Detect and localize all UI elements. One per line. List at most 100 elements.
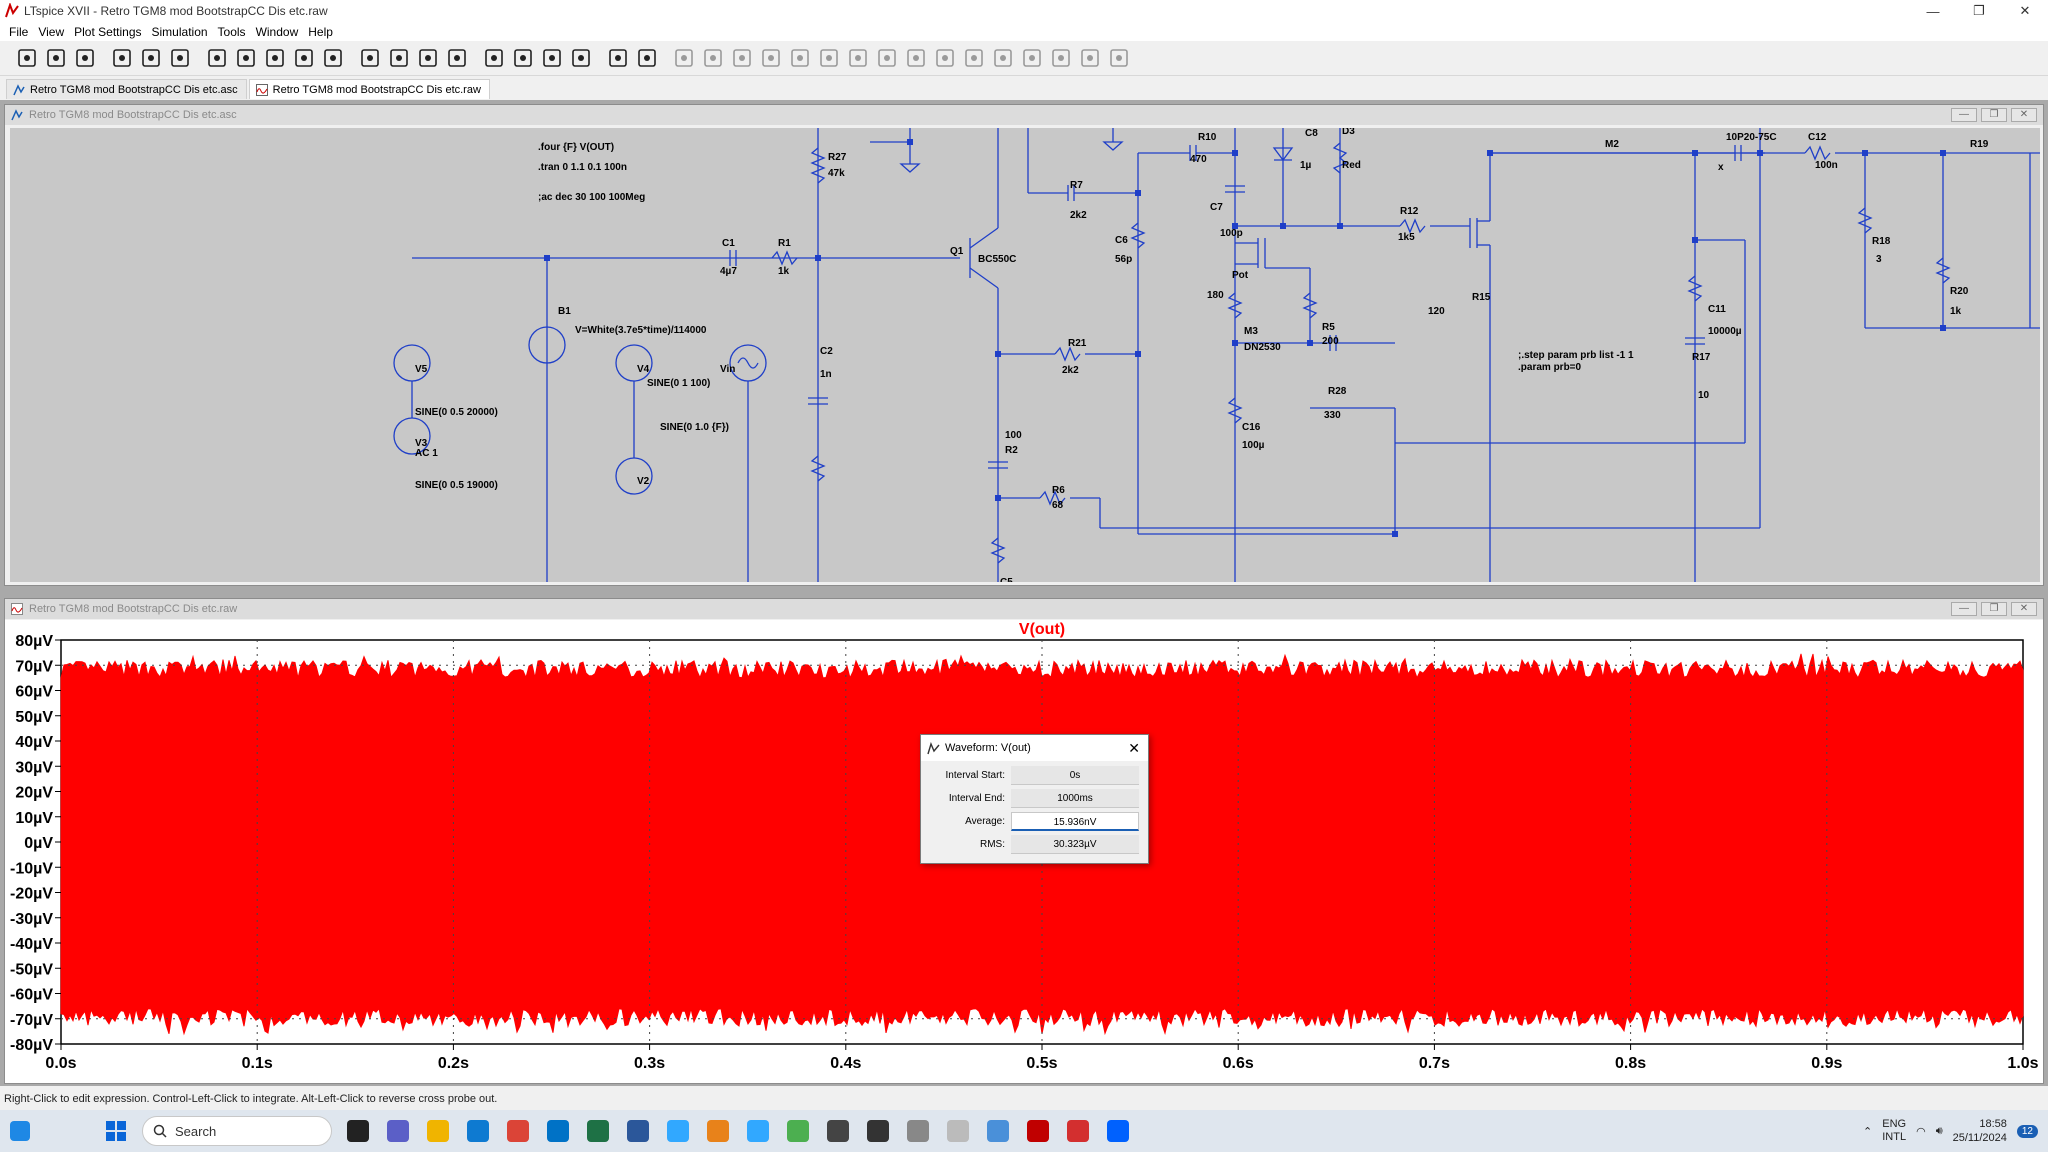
print-setup-icon[interactable] bbox=[632, 44, 661, 73]
schematic-label[interactable]: Vin bbox=[720, 364, 735, 375]
undo-icon[interactable] bbox=[959, 44, 988, 73]
menu-tools[interactable]: Tools bbox=[213, 25, 251, 39]
run-icon[interactable] bbox=[12, 44, 41, 73]
label-icon[interactable] bbox=[727, 44, 756, 73]
delete-trace-icon[interactable] bbox=[355, 44, 384, 73]
language-indicator[interactable]: ENG INTL bbox=[1882, 1118, 1906, 1144]
rotate-icon[interactable] bbox=[1017, 44, 1046, 73]
tab-schematic[interactable]: Retro TGM8 mod BootstrapCC Dis etc.asc bbox=[6, 79, 247, 99]
schematic-label[interactable]: DN2530 bbox=[1244, 342, 1281, 353]
spice-directive[interactable]: .param prb=0 bbox=[1518, 362, 1582, 373]
maximize-button[interactable]: ❐ bbox=[1956, 3, 2002, 19]
close-button[interactable]: ✕ bbox=[2002, 3, 2048, 19]
schematic-label[interactable]: D3 bbox=[1342, 128, 1355, 137]
interval-end-value[interactable]: 1000ms bbox=[1011, 789, 1139, 808]
notification-badge[interactable]: 12 bbox=[2016, 1124, 2038, 1138]
menu-window[interactable]: Window bbox=[251, 25, 304, 39]
capacitor-icon[interactable] bbox=[785, 44, 814, 73]
schematic-label[interactable]: Pot bbox=[1232, 270, 1249, 281]
schematic-label[interactable]: 1µ bbox=[1300, 160, 1312, 171]
dialog-close-button[interactable]: ✕ bbox=[1128, 740, 1140, 757]
child-close-button[interactable]: ✕ bbox=[2011, 602, 2037, 616]
schematic-label[interactable]: 1k5 bbox=[1398, 232, 1415, 243]
zoom-back-icon[interactable] bbox=[231, 44, 260, 73]
schematic-label[interactable]: 56p bbox=[1115, 254, 1132, 265]
outlook-icon[interactable] bbox=[542, 1115, 574, 1147]
schematic-label[interactable]: R21 bbox=[1068, 338, 1087, 349]
schematic-label[interactable]: 100µ bbox=[1242, 440, 1265, 451]
schematic-label[interactable]: R19 bbox=[1970, 139, 1989, 150]
schematic-label[interactable]: SINE(0 1.0 {F}) bbox=[660, 422, 729, 433]
schematic-label[interactable]: C12 bbox=[1808, 132, 1827, 143]
tab-waveform[interactable]: Retro TGM8 mod BootstrapCC Dis etc.raw bbox=[248, 79, 490, 99]
calculator-icon[interactable] bbox=[982, 1115, 1014, 1147]
schematic-label[interactable]: C1 bbox=[722, 238, 735, 249]
schematic-label[interactable]: 1k bbox=[778, 266, 790, 277]
schematic-label[interactable]: C5 bbox=[1000, 577, 1013, 582]
schematic-label[interactable]: 330 bbox=[1324, 410, 1341, 421]
schematic-label[interactable]: C6 bbox=[1115, 235, 1128, 246]
excel-icon[interactable] bbox=[582, 1115, 614, 1147]
ground-icon[interactable] bbox=[698, 44, 727, 73]
headphones-icon[interactable] bbox=[862, 1115, 894, 1147]
schematic-label[interactable]: 100p bbox=[1220, 228, 1243, 239]
schematic-label[interactable]: C11 bbox=[1708, 304, 1726, 315]
minimize-button[interactable]: — bbox=[1910, 4, 1956, 19]
menu-help[interactable]: Help bbox=[303, 25, 338, 39]
pan-icon[interactable] bbox=[165, 44, 194, 73]
schematic-label[interactable]: 1n bbox=[820, 369, 832, 380]
menu-file[interactable]: File bbox=[4, 25, 33, 39]
schematic-label[interactable]: R7 bbox=[1070, 180, 1083, 191]
average-value[interactable]: 15.936nV bbox=[1011, 812, 1139, 831]
schematic-label[interactable]: BC550C bbox=[978, 254, 1016, 265]
wire-icon[interactable] bbox=[669, 44, 698, 73]
schematic-label[interactable]: R28 bbox=[1328, 386, 1347, 397]
schematic-label[interactable]: AC 1 bbox=[415, 448, 438, 459]
widgets-icon[interactable] bbox=[4, 1115, 36, 1147]
photoshop-icon[interactable] bbox=[662, 1115, 694, 1147]
schematic-label[interactable]: 2k2 bbox=[1070, 210, 1087, 221]
spice-directive[interactable]: ;.step param prb list -1 1 bbox=[1518, 350, 1634, 361]
schematic-label[interactable]: SINE(0 0.5 20000) bbox=[415, 407, 498, 418]
rms-value[interactable]: 30.323µV bbox=[1011, 835, 1139, 854]
menu-view[interactable]: View bbox=[33, 25, 69, 39]
save-icon[interactable] bbox=[70, 44, 99, 73]
resistor-icon[interactable] bbox=[756, 44, 785, 73]
schematic-label[interactable]: 100 bbox=[1005, 430, 1022, 441]
schematic-label[interactable]: SINE(0 1 100) bbox=[647, 378, 710, 389]
schematic-label[interactable]: 10000µ bbox=[1708, 326, 1742, 337]
schematic-canvas[interactable]: R27 47k C1 4µ7 R1 1k Q1 BC550C B1 V=White(3.7e5*t… bbox=[10, 128, 2040, 582]
control-panel-icon[interactable] bbox=[107, 44, 136, 73]
cut-icon[interactable] bbox=[479, 44, 508, 73]
app-icon[interactable] bbox=[782, 1115, 814, 1147]
wifi-icon[interactable]: ◠ bbox=[1916, 1125, 1926, 1138]
windows-start-icon[interactable] bbox=[100, 1115, 132, 1147]
schematic-label[interactable]: Q1 bbox=[950, 246, 964, 257]
schematic-label[interactable]: C16 bbox=[1242, 422, 1261, 433]
schematic-label[interactable]: R20 bbox=[1950, 286, 1969, 297]
schematic-label[interactable]: 1k bbox=[1950, 306, 1962, 317]
redo-icon[interactable] bbox=[988, 44, 1017, 73]
app2-icon[interactable] bbox=[902, 1115, 934, 1147]
chrome-icon[interactable] bbox=[502, 1115, 534, 1147]
acrobat-icon[interactable] bbox=[1062, 1115, 1094, 1147]
inductor-icon[interactable] bbox=[814, 44, 843, 73]
halt-icon[interactable] bbox=[136, 44, 165, 73]
edge-icon[interactable] bbox=[462, 1115, 494, 1147]
schematic-label[interactable]: R12 bbox=[1400, 206, 1419, 217]
schematic-label[interactable]: R15 bbox=[1472, 292, 1491, 303]
schematic-label[interactable]: 470 bbox=[1190, 154, 1207, 165]
autoscale-icon[interactable] bbox=[318, 44, 347, 73]
schematic-label[interactable]: C8 bbox=[1305, 128, 1318, 139]
bridge-icon[interactable] bbox=[702, 1115, 734, 1147]
dropbox-icon[interactable] bbox=[1102, 1115, 1134, 1147]
spice-directive[interactable]: .four {F} V(OUT) bbox=[538, 142, 614, 153]
schematic-label[interactable]: 10P20-75C bbox=[1726, 132, 1777, 143]
taskbar-search[interactable]: Search bbox=[142, 1116, 332, 1146]
interval-start-value[interactable]: 0s bbox=[1011, 766, 1139, 785]
schematic-label[interactable]: R5 bbox=[1322, 322, 1335, 333]
drag-icon[interactable] bbox=[930, 44, 959, 73]
schematic-label[interactable]: 3 bbox=[1876, 254, 1882, 265]
component-icon[interactable] bbox=[872, 44, 901, 73]
move-icon[interactable] bbox=[901, 44, 930, 73]
